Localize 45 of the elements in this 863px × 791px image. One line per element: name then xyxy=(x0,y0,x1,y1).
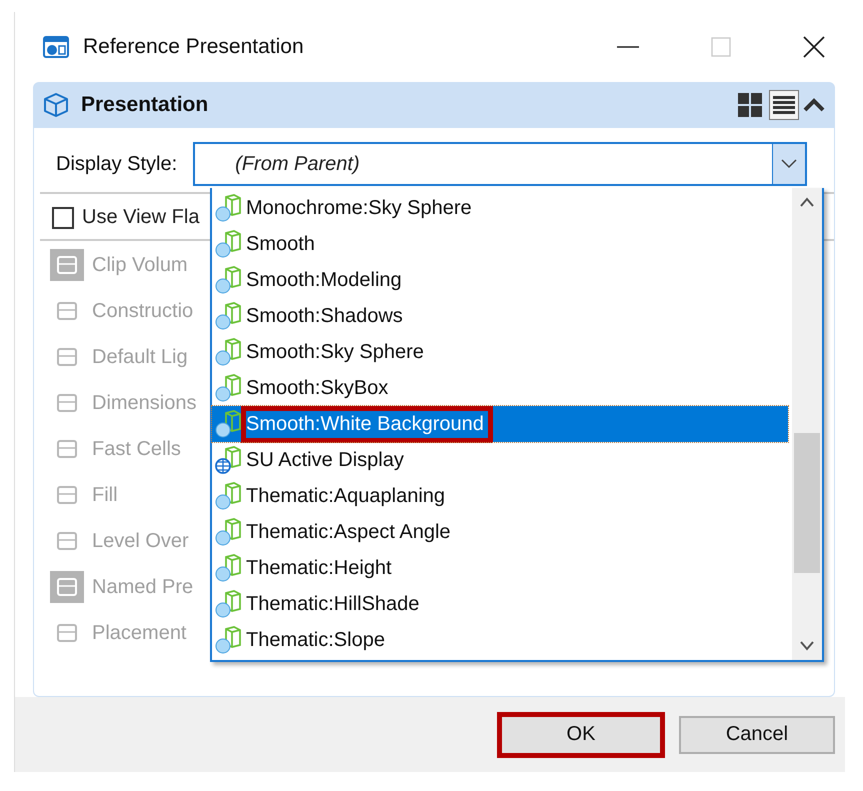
checkbox[interactable] xyxy=(52,206,74,228)
window-app-icon xyxy=(43,36,69,58)
collapse-caret-icon[interactable] xyxy=(803,97,825,113)
view-flag-label: Fast Cells xyxy=(92,438,181,460)
dropdown-item[interactable]: Thematic:Aspect Angle xyxy=(212,514,788,550)
dropdown-item[interactable]: Thematic:Height xyxy=(212,550,788,586)
dropdown-arrow-button[interactable] xyxy=(772,144,806,184)
panel-title: Presentation xyxy=(81,93,208,117)
dropdown-item[interactable]: SU Active Display xyxy=(212,442,788,478)
scroll-down-icon[interactable] xyxy=(799,640,815,652)
dropdown-item[interactable]: Monochrome:Sky Sphere xyxy=(212,190,788,226)
checkbox-label: Use View Fla xyxy=(82,206,200,229)
maximize-icon[interactable] xyxy=(711,37,731,57)
scroll-up-icon[interactable] xyxy=(799,196,815,208)
dropdown-item[interactable]: Smooth:Shadows xyxy=(212,298,788,334)
list-view-icon[interactable] xyxy=(769,90,799,120)
view-flag-icon[interactable] xyxy=(50,571,84,603)
window-title: Reference Presentation xyxy=(83,35,304,59)
ok-button[interactable]: OK xyxy=(497,712,665,758)
view-flag-label: Placement xyxy=(92,622,186,644)
dropdown-item[interactable]: Thematic:HillShade xyxy=(212,586,788,622)
view-flag-label: Fill xyxy=(92,484,118,506)
chevron-down-icon xyxy=(781,159,798,169)
dropdown-item[interactable]: Smooth:SkyBox xyxy=(212,370,788,406)
grid-view-icon[interactable] xyxy=(735,90,765,120)
view-flag-label: Dimensions xyxy=(92,392,196,414)
dropdown-item[interactable]: Smooth:White Background xyxy=(212,406,788,442)
display-style-label: Display Style: xyxy=(56,152,178,176)
view-flag-label: Level Over xyxy=(92,530,189,552)
dropdown-item[interactable]: Smooth:Modeling xyxy=(212,262,788,298)
view-flag-label: Named Pre xyxy=(92,576,194,598)
panel-header[interactable]: Presentation xyxy=(33,82,835,128)
cancel-button[interactable]: Cancel xyxy=(679,716,835,754)
dropdown-item[interactable]: Thematic:Aquaplaning xyxy=(212,478,788,514)
view-flag-label: Clip Volum xyxy=(92,254,188,276)
scrollbar[interactable] xyxy=(792,188,822,660)
close-icon[interactable] xyxy=(803,36,825,58)
view-flag-label: Default Lig xyxy=(92,346,188,368)
view-flag-icon[interactable] xyxy=(50,249,84,281)
dropdown-item[interactable]: Thematic:Slope xyxy=(212,622,788,658)
cube-icon xyxy=(43,92,69,118)
display-style-dropdown[interactable]: (From Parent) xyxy=(193,142,808,186)
view-flag-label: Constructio xyxy=(92,300,194,322)
dropdown-item[interactable]: Smooth xyxy=(212,226,788,262)
dropdown-item[interactable]: Smooth:Sky Sphere xyxy=(212,334,788,370)
